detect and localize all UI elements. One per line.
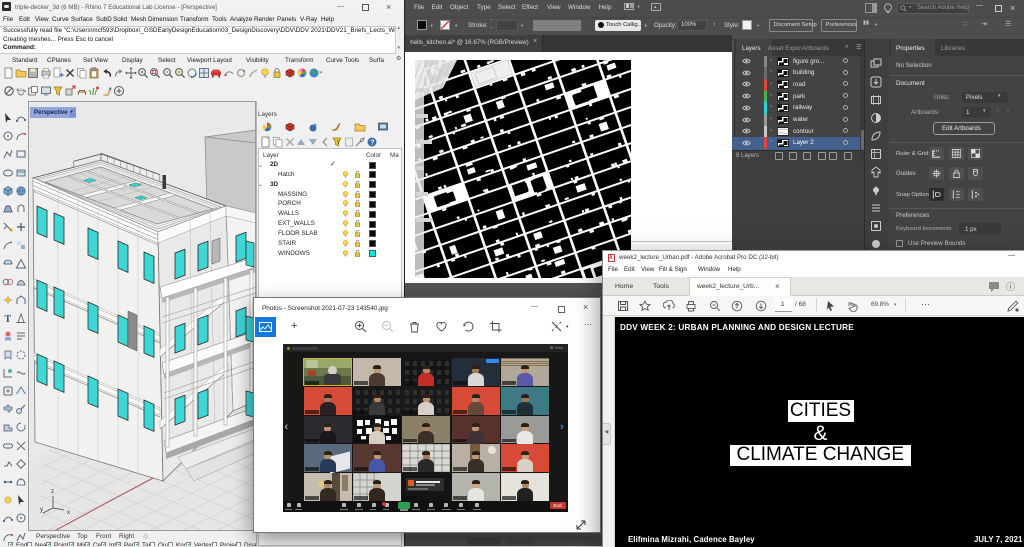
svg-text:Y: Y <box>337 140 341 146</box>
svg-text:?: ? <box>370 139 374 146</box>
svg-text:z: z <box>51 489 54 495</box>
svg-text:x: x <box>67 510 70 516</box>
svg-text:T: T <box>4 314 11 324</box>
svg-text:y: y <box>40 507 43 513</box>
